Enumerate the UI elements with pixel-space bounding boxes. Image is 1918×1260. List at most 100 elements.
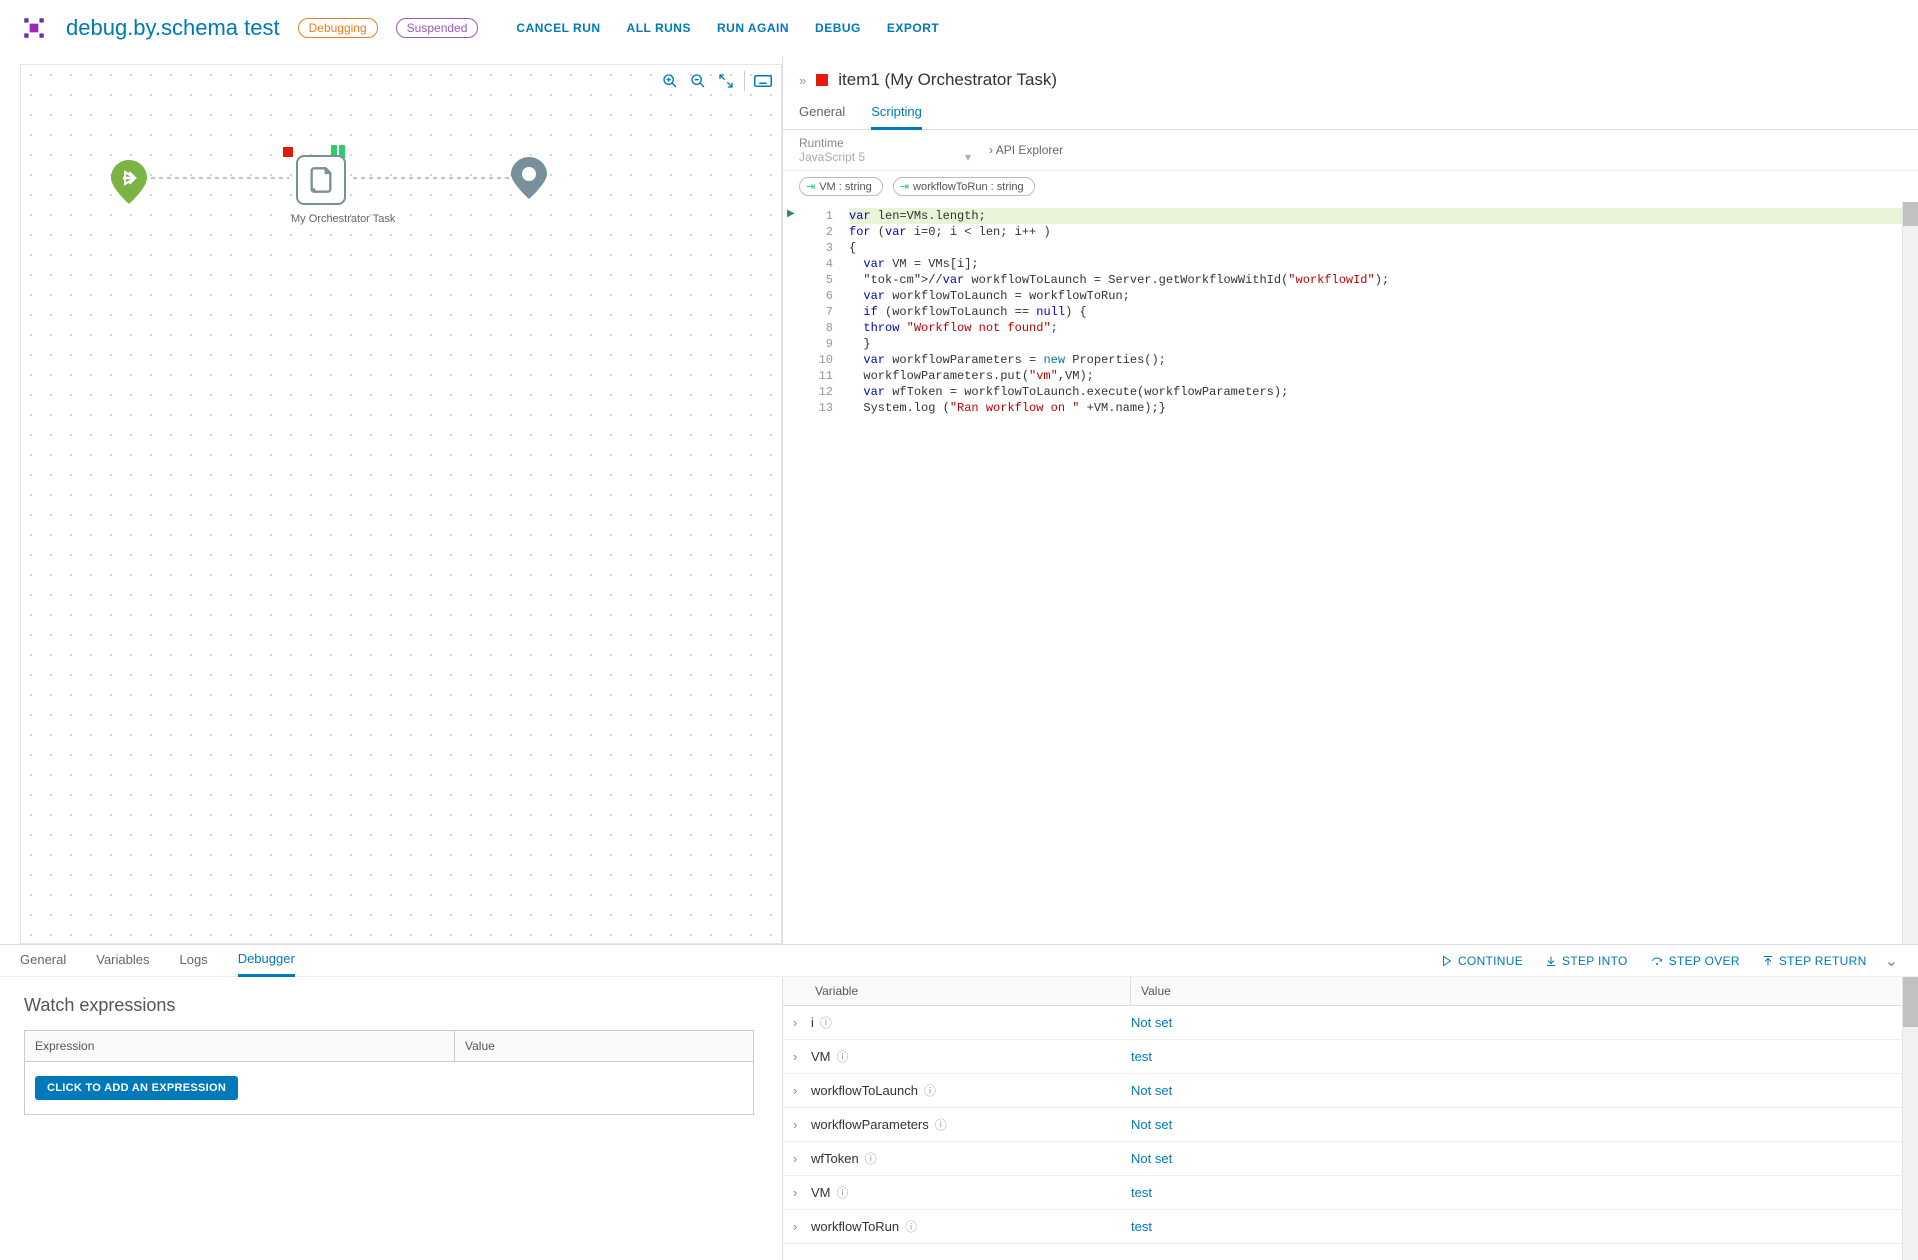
editor-scrollbar[interactable] <box>1902 202 1918 944</box>
chevron-right-icon[interactable]: › <box>793 1151 811 1166</box>
info-icon[interactable]: ⓘ <box>837 1048 849 1065</box>
cancel-run-button[interactable]: CANCEL RUN <box>516 21 600 35</box>
task-node[interactable]: My Orchestrator Task <box>291 155 351 215</box>
continue-label: CONTINUE <box>1458 954 1523 968</box>
tab-scripting[interactable]: Scripting <box>871 98 922 130</box>
variable-row[interactable]: ›workflowParameters ⓘNot set <box>783 1108 1902 1142</box>
variables-pane: Variable Value ›i ⓘNot set›VM ⓘtest›work… <box>782 977 1918 1260</box>
variable-value: Not set <box>1131 1083 1892 1098</box>
run-again-button[interactable]: RUN AGAIN <box>717 21 789 35</box>
vars-col-value: Value <box>1131 977 1902 1005</box>
chevron-down-icon[interactable]: ▾ <box>965 150 971 164</box>
btab-debugger[interactable]: Debugger <box>238 945 295 977</box>
editor-scrollbar-thumb[interactable] <box>1903 202 1918 226</box>
keyboard-icon[interactable] <box>753 71 773 91</box>
info-icon[interactable]: ⓘ <box>837 1184 849 1201</box>
info-icon[interactable]: ⓘ <box>820 1014 832 1031</box>
badge-suspended: Suspended <box>396 18 479 38</box>
watch-col-value: Value <box>455 1031 753 1061</box>
info-icon[interactable]: ⓘ <box>935 1116 947 1133</box>
collapse-panel-icon[interactable]: » <box>799 73 806 88</box>
expand-panel-icon[interactable]: ⌄ <box>1885 951 1898 971</box>
input-pill-workflow[interactable]: ⇥ workflowToRun : string <box>893 177 1035 196</box>
details-tabs: General Scripting <box>783 98 1918 130</box>
api-explorer-link[interactable]: › API Explorer <box>989 143 1063 157</box>
step-over-label: STEP OVER <box>1669 954 1740 968</box>
bottom-panel: General Variables Logs Debugger CONTINUE… <box>0 944 1918 1260</box>
variable-value: Not set <box>1131 1117 1892 1132</box>
tab-general[interactable]: General <box>799 98 845 129</box>
page-title: debug.by.schema test <box>66 15 280 41</box>
start-node[interactable] <box>111 160 147 204</box>
zoom-in-icon[interactable] <box>660 71 680 91</box>
watch-pane: Watch expressions Expression Value CLICK… <box>0 977 782 1260</box>
variable-name: VM ⓘ <box>811 1184 1131 1201</box>
script-icon <box>296 155 346 205</box>
variable-row[interactable]: ›wfToken ⓘNot set <box>783 1142 1902 1176</box>
vars-scrollbar-thumb[interactable] <box>1903 977 1918 1027</box>
fit-icon[interactable] <box>716 71 736 91</box>
chevron-right-icon[interactable]: › <box>793 1015 811 1030</box>
all-runs-button[interactable]: ALL RUNS <box>627 21 691 35</box>
end-node[interactable] <box>511 157 547 199</box>
app-icon <box>20 14 48 42</box>
workflow-canvas[interactable]: My Orchestrator Task <box>20 64 782 944</box>
continue-button[interactable]: CONTINUE <box>1441 954 1523 968</box>
inputs-row: ⇥VM : string ⇥ workflowToRun : string <box>783 171 1918 202</box>
variable-value: Not set <box>1131 1015 1892 1030</box>
export-button[interactable]: EXPORT <box>887 21 939 35</box>
task-label: My Orchestrator Task <box>291 213 351 225</box>
chevron-right-icon[interactable]: › <box>793 1083 811 1098</box>
variable-row[interactable]: ›VM ⓘtest <box>783 1176 1902 1210</box>
code-editor[interactable]: ▶ 12345678910111213 var len=VMs.length;f… <box>783 202 1918 944</box>
zoom-out-icon[interactable] <box>688 71 708 91</box>
detail-title: item1 (My Orchestrator Task) <box>838 70 1057 90</box>
info-icon[interactable]: ⓘ <box>905 1218 917 1235</box>
watch-col-expression: Expression <box>25 1031 455 1061</box>
input-pill-vm[interactable]: ⇥VM : string <box>799 177 883 196</box>
input-arrow-icon: ⇥ <box>806 180 815 193</box>
debug-button[interactable]: DEBUG <box>815 21 861 35</box>
info-icon[interactable]: ⓘ <box>865 1150 877 1167</box>
code-area[interactable]: var len=VMs.length;for (var i=0; i < len… <box>841 202 1902 944</box>
btab-variables[interactable]: Variables <box>96 946 149 975</box>
step-over-button[interactable]: STEP OVER <box>1650 954 1740 968</box>
variable-name: VM ⓘ <box>811 1048 1131 1065</box>
step-return-label: STEP RETURN <box>1779 954 1867 968</box>
chevron-right-icon[interactable]: › <box>793 1185 811 1200</box>
canvas-toolbar <box>660 71 773 91</box>
variable-value: test <box>1131 1049 1892 1064</box>
stop-square-icon <box>816 74 828 86</box>
btab-general[interactable]: General <box>20 946 66 975</box>
variable-name: i ⓘ <box>811 1014 1131 1031</box>
runtime-select[interactable]: JavaScript 5 <box>799 150 959 164</box>
variable-row[interactable]: ›VM ⓘtest <box>783 1040 1902 1074</box>
variable-value: test <box>1131 1185 1892 1200</box>
variable-name: wfToken ⓘ <box>811 1150 1131 1167</box>
info-icon[interactable]: ⓘ <box>924 1082 936 1099</box>
variable-value: Not set <box>1131 1151 1892 1166</box>
chevron-right-icon[interactable]: › <box>793 1117 811 1132</box>
runtime-label: Runtime <box>799 136 971 150</box>
add-expression-button[interactable]: CLICK TO ADD AN EXPRESSION <box>35 1076 238 1100</box>
variable-row[interactable]: ›i ⓘNot set <box>783 1006 1902 1040</box>
header-bar: debug.by.schema test Debugging Suspended… <box>0 0 1918 56</box>
chevron-right-icon[interactable]: › <box>793 1219 811 1234</box>
connector-2 <box>353 177 511 179</box>
vars-scrollbar[interactable] <box>1902 977 1918 1260</box>
chevron-right-icon[interactable]: › <box>793 1049 811 1064</box>
current-line-icon: ▶ <box>787 208 795 219</box>
variable-name: workflowToLaunch ⓘ <box>811 1082 1131 1099</box>
btab-logs[interactable]: Logs <box>179 946 207 975</box>
watch-title: Watch expressions <box>24 995 758 1016</box>
step-return-button[interactable]: STEP RETURN <box>1762 954 1867 968</box>
input-arrow-icon: ⇥ <box>900 180 909 193</box>
input-label: workflowToRun : string <box>913 181 1024 193</box>
variable-row[interactable]: ›workflowToRun ⓘtest <box>783 1210 1902 1244</box>
step-into-button[interactable]: STEP INTO <box>1545 954 1628 968</box>
step-into-label: STEP INTO <box>1562 954 1628 968</box>
variable-value: test <box>1131 1219 1892 1234</box>
badge-debugging: Debugging <box>298 18 378 38</box>
variable-row[interactable]: ›workflowToLaunch ⓘNot set <box>783 1074 1902 1108</box>
watch-table: Expression Value CLICK TO ADD AN EXPRESS… <box>24 1030 754 1115</box>
